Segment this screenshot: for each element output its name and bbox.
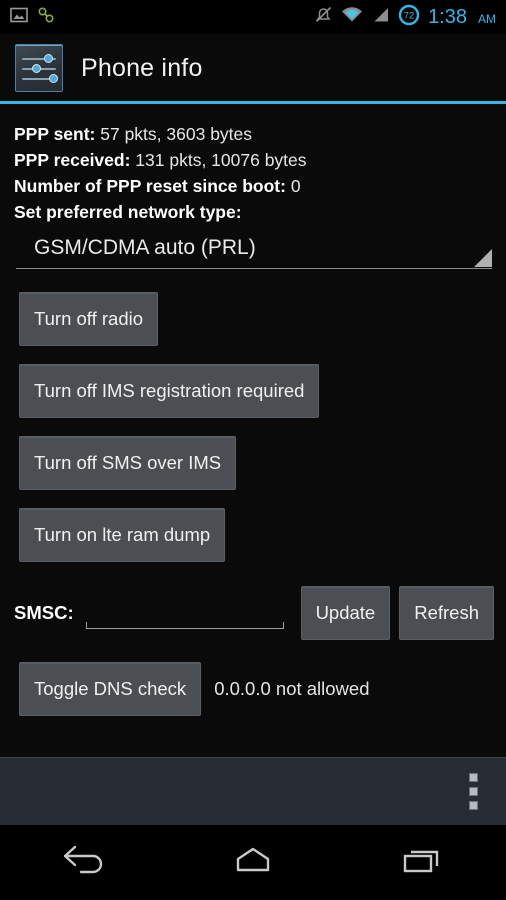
smsc-buttons: Update Refresh bbox=[300, 586, 494, 640]
ppp-reset-value: 0 bbox=[290, 176, 301, 196]
overflow-menu-icon[interactable] bbox=[450, 763, 496, 821]
smsc-refresh-button[interactable]: Refresh bbox=[399, 586, 494, 640]
smsc-field-wrapper bbox=[85, 593, 284, 633]
battery-level-text: 72 bbox=[404, 10, 415, 21]
back-icon bbox=[57, 843, 111, 882]
phone-info-content: PPP sent: 57 pkts, 3603 bytes PPP receiv… bbox=[0, 104, 506, 757]
ppp-sent-value: 57 pkts, 3603 bytes bbox=[100, 124, 253, 144]
phone-screen: 72 1:38 AM Phone info PPP sent: 57 pkts,… bbox=[0, 0, 506, 900]
smsc-row: SMSC: Update Refresh bbox=[0, 584, 506, 642]
turn-off-sms-over-ims-button[interactable]: Turn off SMS over IMS bbox=[19, 436, 237, 490]
turn-off-sms-over-ims-row: Turn off SMS over IMS bbox=[0, 436, 506, 490]
turn-on-lte-ram-dump-row: Turn on lte ram dump bbox=[0, 508, 506, 562]
turn-on-lte-ram-dump-button[interactable]: Turn on lte ram dump bbox=[19, 508, 226, 562]
status-bar-clock: 1:38 bbox=[428, 5, 467, 28]
spinner-underline bbox=[16, 268, 492, 269]
smsc-underline-tick-right bbox=[282, 622, 284, 629]
overflow-dot-3 bbox=[468, 801, 478, 810]
status-bar-notifications bbox=[0, 6, 55, 29]
ppp-received-value: 131 pkts, 10076 bytes bbox=[135, 150, 307, 170]
ppp-reset-row: Number of PPP reset since boot: 0 bbox=[14, 173, 506, 199]
usb-connection-icon bbox=[37, 6, 55, 29]
turn-off-radio-button[interactable]: Turn off radio bbox=[19, 292, 159, 346]
turn-off-radio-row: Turn off radio bbox=[0, 292, 506, 346]
ppp-sent-label: PPP sent: bbox=[14, 124, 96, 144]
dns-check-row: Toggle DNS check 0.0.0.0 not allowed bbox=[0, 662, 506, 716]
ppp-received-label: PPP received: bbox=[14, 150, 131, 170]
smsc-underline bbox=[85, 628, 284, 629]
action-bar: Phone info bbox=[0, 34, 506, 102]
smsc-update-button[interactable]: Update bbox=[300, 586, 391, 640]
ringer-muted-icon bbox=[314, 5, 333, 29]
smsc-label: SMSC: bbox=[14, 602, 74, 623]
spinner-selected-value: GSM/CDMA auto (PRL) bbox=[34, 236, 256, 259]
network-type-row: Set preferred network type: bbox=[14, 199, 506, 225]
toggle-dns-check-button[interactable]: Toggle DNS check bbox=[19, 662, 202, 716]
smsc-input[interactable] bbox=[85, 593, 284, 633]
overflow-dot-1 bbox=[468, 773, 478, 782]
recents-icon bbox=[395, 843, 449, 882]
turn-off-ims-registration-row: Turn off IMS registration required bbox=[0, 364, 506, 418]
battery-icon: 72 bbox=[398, 4, 420, 31]
nav-recents-button[interactable] bbox=[337, 825, 506, 900]
dropdown-triangle-icon bbox=[474, 249, 492, 267]
nav-back-button[interactable] bbox=[0, 825, 169, 900]
overflow-dot-2 bbox=[468, 787, 478, 796]
status-bar-system-icons: 72 1:38 AM bbox=[314, 4, 506, 31]
turn-off-ims-registration-button[interactable]: Turn off IMS registration required bbox=[19, 364, 320, 418]
nav-home-button[interactable] bbox=[169, 825, 338, 900]
status-bar-ampm: AM bbox=[478, 12, 496, 26]
cell-signal-icon bbox=[371, 6, 390, 29]
network-type-label: Set preferred network type: bbox=[14, 202, 242, 222]
bottom-action-bar bbox=[0, 757, 506, 825]
preferred-network-type-spinner[interactable]: GSM/CDMA auto (PRL) bbox=[16, 233, 492, 273]
sliders-settings-icon bbox=[15, 44, 63, 92]
info-list: PPP sent: 57 pkts, 3603 bytes PPP receiv… bbox=[0, 104, 506, 225]
wifi-icon bbox=[341, 6, 363, 29]
page-title: Phone info bbox=[81, 53, 203, 82]
ppp-received-row: PPP received: 131 pkts, 10076 bytes bbox=[14, 147, 506, 173]
smsc-underline-tick-left bbox=[85, 622, 87, 629]
home-icon bbox=[226, 843, 280, 882]
navigation-bar bbox=[0, 825, 506, 900]
ppp-reset-label: Number of PPP reset since boot: bbox=[14, 176, 286, 196]
status-bar: 72 1:38 AM bbox=[0, 0, 506, 34]
screenshot-icon bbox=[10, 6, 28, 29]
dns-status-text: 0.0.0.0 not allowed bbox=[214, 678, 370, 699]
ppp-sent-row: PPP sent: 57 pkts, 3603 bytes bbox=[14, 121, 506, 147]
